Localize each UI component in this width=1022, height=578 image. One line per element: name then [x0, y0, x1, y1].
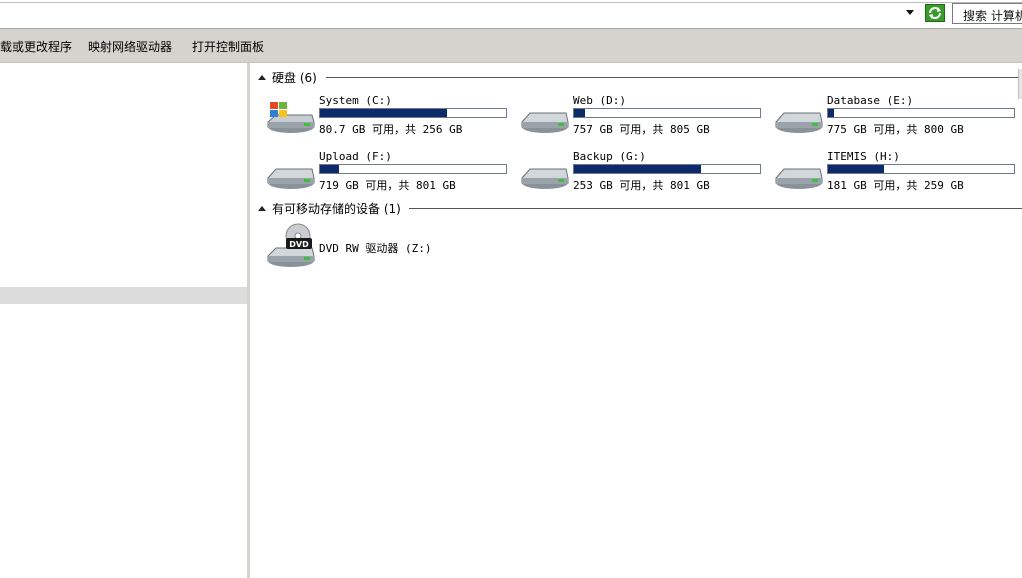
- collapse-triangle-icon[interactable]: [258, 206, 266, 211]
- refresh-button[interactable]: [925, 4, 945, 22]
- dvd-badge-text: DVD: [289, 240, 309, 249]
- drive-free-space: 757 GB 可用，共 805 GB: [573, 123, 710, 136]
- drive-usage-fill: [320, 109, 448, 117]
- drive-free-space: 775 GB 可用，共 800 GB: [827, 123, 964, 136]
- drive-item-c[interactable]: System (C:) 80.7 GB 可用，共 256 GB: [266, 94, 516, 144]
- drive-name: Web (D:): [573, 94, 626, 107]
- drive-usage-fill: [828, 165, 884, 173]
- group-header-hard-disks[interactable]: 硬盘 (6): [258, 69, 1022, 85]
- address-dropdown-icon[interactable]: [905, 9, 915, 17]
- navigation-pane[interactable]: [0, 63, 247, 578]
- drive-name: Upload (F:): [319, 150, 392, 163]
- group-header-removable[interactable]: 有可移动存储的设备 (1): [258, 200, 1022, 216]
- search-placeholder: 搜索 计算机: [963, 9, 1022, 23]
- group-title: 硬盘 (6): [272, 71, 317, 85]
- hard-drive-icon: [267, 168, 315, 189]
- search-input[interactable]: 搜索 计算机: [952, 3, 1022, 24]
- drive-item-h[interactable]: ITEMIS (H:) 181 GB 可用，共 259 GB: [774, 150, 1022, 200]
- hard-drive-icon: [775, 112, 823, 133]
- content-pane: 硬盘 (6) System (C:) 80.7 GB 可用，共 256 GB W…: [250, 63, 1022, 578]
- open-control-panel-button[interactable]: 打开控制面板: [192, 38, 264, 55]
- drive-item-f[interactable]: Upload (F:) 719 GB 可用，共 801 GB: [266, 150, 516, 200]
- drive-name: Database (E:): [827, 94, 914, 107]
- drive-usage-fill: [320, 165, 339, 173]
- address-bar-border: [0, 2, 1022, 3]
- navigation-pane-separator: [0, 287, 247, 304]
- drive-name: ITEMIS (H:): [827, 150, 900, 163]
- hard-drive-icon: [521, 168, 569, 189]
- drive-free-space: 253 GB 可用，共 801 GB: [573, 179, 710, 192]
- uninstall-program-button[interactable]: 载或更改程序: [0, 38, 72, 55]
- drive-usage-fill: [574, 109, 586, 117]
- drive-usage-bar: [573, 108, 761, 118]
- drive-free-space: 80.7 GB 可用，共 256 GB: [319, 123, 463, 136]
- drive-item-e[interactable]: Database (E:) 775 GB 可用，共 800 GB: [774, 94, 1022, 144]
- group-divider: [326, 77, 1022, 78]
- command-bar: 载或更改程序 映射网络驱动器 打开控制面板: [0, 29, 1022, 63]
- drive-item-d[interactable]: Web (D:) 757 GB 可用，共 805 GB: [520, 94, 770, 144]
- drive-usage-bar: [319, 164, 507, 174]
- hard-drive-icon: [521, 112, 569, 133]
- drive-free-space: 181 GB 可用，共 259 GB: [827, 179, 964, 192]
- drive-usage-bar: [827, 108, 1015, 118]
- address-bar: 搜索 计算机: [0, 0, 1022, 29]
- drive-usage-bar: [319, 108, 507, 118]
- drive-name: DVD RW 驱动器 (Z:): [319, 242, 432, 255]
- windows-drive-icon: [267, 102, 315, 133]
- refresh-icon: [929, 7, 941, 19]
- drive-name: System (C:): [319, 94, 392, 107]
- drive-usage-bar: [573, 164, 761, 174]
- collapse-triangle-icon[interactable]: [258, 75, 266, 80]
- drive-usage-bar: [827, 164, 1015, 174]
- hard-drive-icon: [775, 168, 823, 189]
- drive-item-z[interactable]: DVD DVD RW 驱动器 (Z:): [266, 222, 516, 272]
- drive-item-g[interactable]: Backup (G:) 253 GB 可用，共 801 GB: [520, 150, 770, 200]
- drive-usage-fill: [574, 165, 702, 173]
- group-title: 有可移动存储的设备 (1): [272, 202, 401, 216]
- drive-name: Backup (G:): [573, 150, 646, 163]
- map-network-drive-button[interactable]: 映射网络驱动器: [88, 38, 172, 55]
- scrollbar[interactable]: [1018, 69, 1022, 99]
- dvd-drive-icon: DVD: [267, 223, 315, 267]
- drive-free-space: 719 GB 可用，共 801 GB: [319, 179, 456, 192]
- group-divider: [409, 208, 1022, 209]
- drive-usage-fill: [828, 109, 834, 117]
